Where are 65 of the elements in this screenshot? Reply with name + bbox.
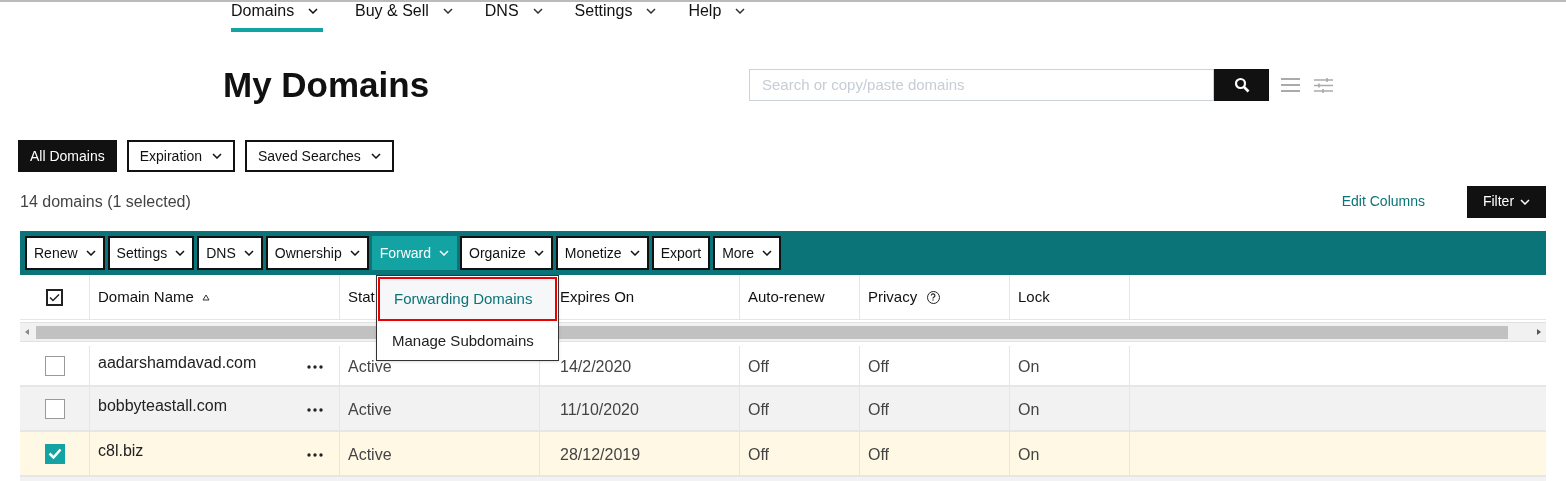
more-options-icon[interactable] <box>307 364 323 369</box>
caret-icon <box>646 8 657 14</box>
caret-icon <box>442 8 453 14</box>
filter-button[interactable]: Expiration <box>126 140 235 172</box>
table-cell-text: Off <box>868 356 890 377</box>
toolbar-button[interactable]: More <box>713 236 782 270</box>
table-cell-text: 11/10/2020 <box>560 399 639 420</box>
checkmark-icon <box>49 292 60 302</box>
row-checkbox[interactable] <box>44 443 65 464</box>
filter-button[interactable]: Filter <box>1467 185 1546 218</box>
caret-icon <box>735 8 746 14</box>
table-cell-text: Off <box>748 444 770 465</box>
more-options-icon[interactable] <box>307 407 323 412</box>
table-cell-text: Off <box>868 399 890 420</box>
domain-name: aadarshamdavad.com <box>98 352 257 373</box>
search-icon <box>1233 77 1250 93</box>
toolbar-button[interactable]: Renew <box>25 236 105 270</box>
edit-columns-link[interactable]: Edit Columns <box>1341 191 1425 212</box>
domain-name: c8l.biz <box>98 440 144 461</box>
toolbar-button[interactable]: Export <box>651 236 711 270</box>
column-header: Stat <box>348 286 375 307</box>
toolbar-button[interactable]: Ownership <box>265 236 369 270</box>
caret-icon <box>308 8 319 14</box>
table-cell-text: Off <box>748 356 770 377</box>
toolbar-button[interactable]: Settings <box>107 236 195 270</box>
search-field[interactable]: Search or copy/paste domains <box>749 69 1214 101</box>
table-cell-text: On <box>1018 399 1040 420</box>
nav-tab[interactable]: DNS <box>484 2 543 32</box>
nav-tab[interactable]: Settings <box>574 2 657 32</box>
sort-icon[interactable] <box>201 293 210 301</box>
column-header[interactable]: Domain Name <box>98 285 194 309</box>
search-input[interactable]: Search or copy/paste domains <box>762 73 1201 97</box>
table-cell-text: 14/2/2020 <box>560 356 632 377</box>
table-cell-text: Active <box>348 399 392 420</box>
sliders-icon[interactable] <box>1314 77 1333 93</box>
filter-button[interactable]: Saved Searches <box>244 140 394 172</box>
row-checkbox[interactable] <box>44 355 65 376</box>
nav-tab[interactable]: Help <box>688 2 746 32</box>
checkmark-icon <box>47 448 62 459</box>
more-options-icon[interactable] <box>307 452 323 457</box>
toolbar-button[interactable]: DNS <box>197 236 263 270</box>
select-all-checkbox[interactable] <box>46 288 63 306</box>
menu-item[interactable]: Forwarding Domains <box>378 277 557 321</box>
nav-tab[interactable]: Domains <box>231 2 323 32</box>
table-cell-text: On <box>1018 356 1040 377</box>
caret-icon <box>1520 198 1531 205</box>
search-button[interactable] <box>1214 69 1269 101</box>
domain-count: 14 domains (1 selected) <box>20 191 191 212</box>
column-header: Expires On <box>560 286 635 307</box>
column-header: Privacy <box>868 286 918 307</box>
column-header: Auto-renew <box>748 286 825 307</box>
table-cell-text: Active <box>348 444 392 465</box>
row-checkbox[interactable] <box>44 398 65 419</box>
column-header: Lock <box>1018 286 1050 307</box>
domain-name: bobbyteastall.com <box>98 395 227 416</box>
table-cell-text: Off <box>748 399 770 420</box>
table-cell-text: On <box>1018 444 1040 465</box>
caret-icon <box>532 8 543 14</box>
toolbar-button[interactable]: Monetize <box>555 236 649 270</box>
nav-tab[interactable]: Buy & Sell <box>355 2 453 32</box>
toolbar-button[interactable]: Organize <box>460 236 553 270</box>
filter-button[interactable]: All Domains <box>18 140 117 172</box>
page-title: My Domains <box>223 63 431 106</box>
table-cell-text: Off <box>868 444 890 465</box>
table-cell-text: 28/12/2019 <box>560 444 641 465</box>
